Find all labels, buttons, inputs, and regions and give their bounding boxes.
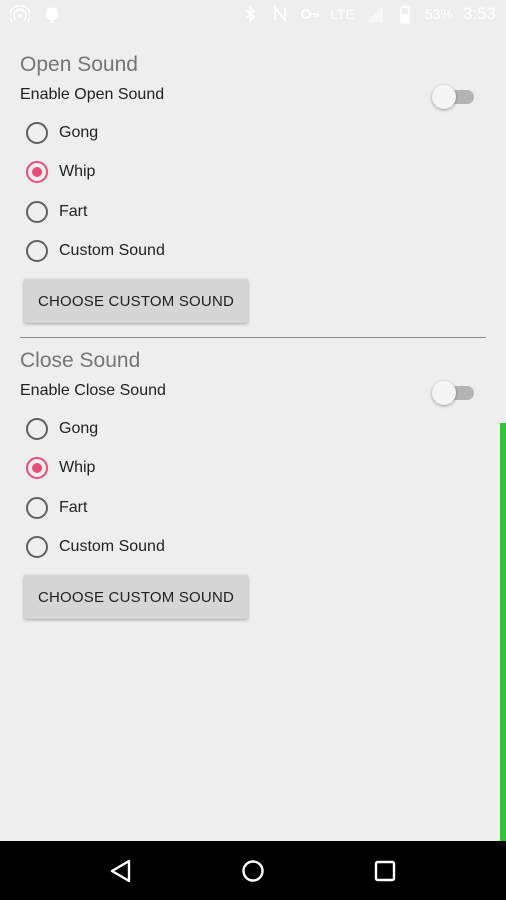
close-sound-title: Close Sound <box>20 349 141 372</box>
clock: 3:53 <box>462 4 496 23</box>
radio-label: Gong <box>59 124 99 141</box>
scroll-indicator[interactable] <box>500 423 506 841</box>
radio-checked-icon <box>26 161 48 183</box>
radio-unchecked-icon <box>26 240 48 262</box>
open-sound-option-custom[interactable]: Custom Sound <box>26 239 326 267</box>
close-choose-custom-sound-button[interactable]: CHOOSE CUSTOM SOUND <box>24 575 248 619</box>
close-sound-option-whip[interactable]: Whip <box>26 456 326 484</box>
open-sound-option-whip[interactable]: Whip <box>26 160 326 188</box>
radio-label: Gong <box>59 420 99 437</box>
radio-dot <box>32 463 42 473</box>
lte-label: LTE <box>330 6 355 22</box>
radio-unchecked-icon <box>26 497 48 519</box>
back-icon[interactable] <box>105 855 137 887</box>
radio-label: Fart <box>59 499 88 516</box>
status-left-icons <box>10 5 62 25</box>
radio-label: Whip <box>59 163 96 180</box>
bluetooth-icon <box>245 5 256 23</box>
home-icon[interactable] <box>237 855 269 887</box>
status-right-icons: LTE 53% 3:53 <box>240 4 496 24</box>
radio-label: Whip <box>59 459 96 476</box>
close-sound-option-custom[interactable]: Custom Sound <box>26 535 326 563</box>
status-bar: LTE 53% 3:53 <box>0 0 506 32</box>
battery-percent: 53% <box>424 6 453 22</box>
switch-thumb <box>432 381 456 405</box>
open-sound-title: Open Sound <box>20 53 138 76</box>
radio-unchecked-icon <box>26 536 48 558</box>
enable-open-sound-label: Enable Open Sound <box>20 86 165 103</box>
battery-icon <box>400 5 410 24</box>
radio-dot <box>32 167 42 177</box>
navigation-bar <box>0 841 506 900</box>
enable-open-sound-row[interactable]: Enable Open Sound <box>20 85 486 109</box>
recents-icon[interactable] <box>369 855 401 887</box>
close-sound-option-fart[interactable]: Fart <box>26 496 326 524</box>
enable-close-sound-label: Enable Close Sound <box>20 382 166 399</box>
radio-label: Custom Sound <box>59 538 165 555</box>
radio-label: Fart <box>59 203 88 220</box>
enable-close-sound-row[interactable]: Enable Close Sound <box>20 381 486 405</box>
wifi-hotspot-icon <box>10 5 30 23</box>
radio-unchecked-icon <box>26 122 48 144</box>
nfc-icon <box>274 5 287 23</box>
radio-unchecked-icon <box>26 201 48 223</box>
open-choose-custom-sound-button[interactable]: CHOOSE CUSTOM SOUND <box>24 279 248 323</box>
radio-checked-icon <box>26 457 48 479</box>
close-sound-option-gong[interactable]: Gong <box>26 417 326 445</box>
section-divider <box>20 337 486 338</box>
signal-icon <box>366 6 383 22</box>
radio-unchecked-icon <box>26 418 48 440</box>
enable-close-sound-switch[interactable] <box>432 381 476 405</box>
open-sound-option-gong[interactable]: Gong <box>26 121 326 149</box>
android-debug-icon <box>46 7 58 23</box>
radio-label: Custom Sound <box>59 242 165 259</box>
switch-thumb <box>432 85 456 109</box>
open-sound-option-fart[interactable]: Fart <box>26 200 326 228</box>
enable-open-sound-switch[interactable] <box>432 85 476 109</box>
key-icon <box>301 9 320 19</box>
